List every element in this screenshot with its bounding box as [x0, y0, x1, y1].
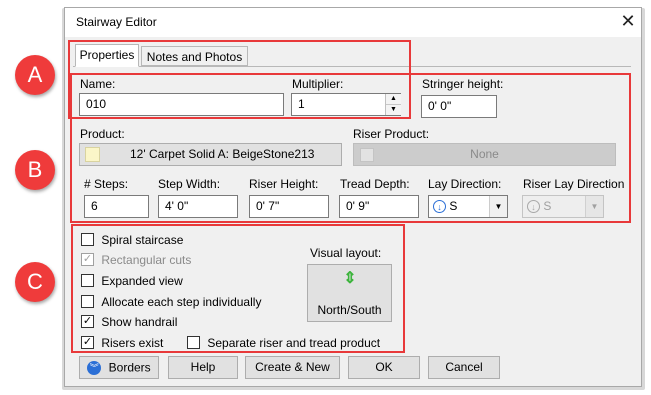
highlight-box-c: [71, 224, 405, 353]
help-button[interactable]: Help: [168, 356, 238, 379]
borders-label: Borders: [108, 360, 151, 375]
highlight-box-b: [70, 73, 631, 223]
marker-c: C: [15, 262, 55, 302]
window-title: Stairway Editor: [76, 15, 157, 29]
marker-b: B: [15, 150, 55, 190]
borders-chevron-icon: ︾: [87, 360, 102, 375]
cancel-button[interactable]: Cancel: [428, 356, 500, 379]
close-icon[interactable]: ✕: [617, 10, 639, 32]
marker-a: A: [15, 55, 55, 95]
borders-button[interactable]: ︾ Borders: [79, 356, 159, 379]
ok-button[interactable]: OK: [348, 356, 420, 379]
create-new-button[interactable]: Create & New: [245, 356, 340, 379]
